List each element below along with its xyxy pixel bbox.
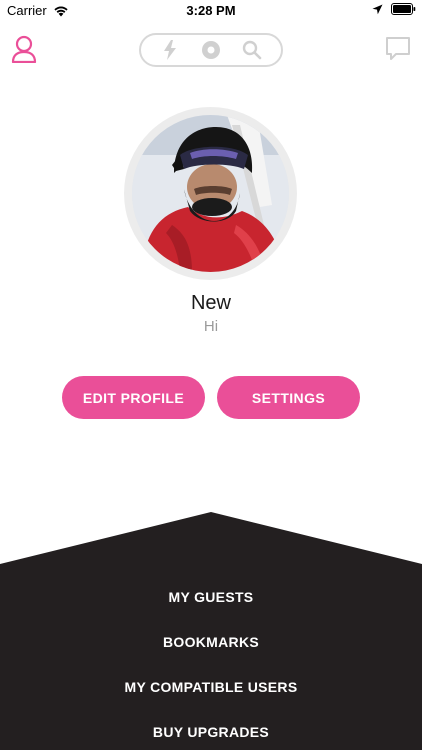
status-bar: Carrier 3:28 PM (0, 0, 422, 22)
avatar-ring (124, 107, 297, 280)
status-right (372, 3, 416, 15)
profile-status: Hi (203, 318, 219, 335)
profile-button[interactable] (10, 34, 38, 64)
menu-item-bookmarks[interactable]: BOOKMARKS (0, 619, 422, 664)
menu-list: MY GUESTS BOOKMARKS MY COMPATIBLE USERS … (0, 574, 422, 750)
avatar[interactable] (132, 115, 289, 272)
search-icon (243, 40, 262, 60)
settings-button[interactable]: SETTINGS (217, 376, 360, 419)
segment-search[interactable] (238, 38, 266, 62)
chat-bubble-icon (386, 37, 410, 60)
location-arrow-icon (372, 4, 383, 14)
menu-item-buy-upgrades[interactable]: BUY UPGRADES (0, 709, 422, 750)
segment-lightning[interactable] (156, 38, 184, 62)
carrier-info: Carrier (7, 3, 69, 18)
profile-name: New (190, 292, 231, 314)
avatar-photo (132, 115, 289, 272)
record-icon (201, 41, 220, 59)
wifi-icon (54, 6, 68, 16)
bottom-menu-panel: MY GUESTS BOOKMARKS MY COMPATIBLE USERS … (0, 512, 422, 750)
chat-button[interactable] (384, 35, 412, 63)
menu-item-compatible-users[interactable]: MY COMPATIBLE USERS (0, 664, 422, 709)
user-icon (11, 35, 37, 63)
edit-profile-button[interactable]: EDIT PROFILE (62, 376, 205, 419)
lightning-icon (163, 40, 176, 60)
segment-record[interactable] (197, 38, 225, 62)
mode-switcher (139, 33, 283, 67)
battery-icon (391, 3, 416, 15)
menu-item-my-guests[interactable]: MY GUESTS (0, 574, 422, 619)
top-nav (0, 30, 422, 70)
carrier-label: Carrier (7, 3, 47, 18)
